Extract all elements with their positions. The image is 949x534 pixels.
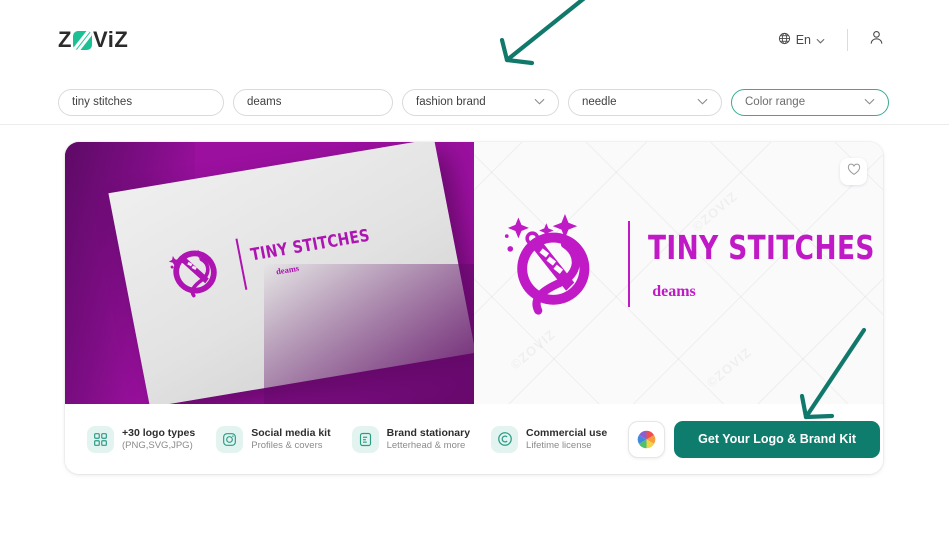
preview-images: TINY STITCHES deams ©ZOVIZ ©ZOVIZ ©ZOVIZ	[65, 142, 883, 404]
color-range-select[interactable]: Color range	[731, 88, 889, 116]
chevron-down-icon	[534, 96, 545, 108]
feature-title: Social media kit	[251, 426, 331, 439]
filter-bar: tiny stitches deams fashion brand needle…	[0, 80, 949, 125]
header-divider	[847, 29, 848, 51]
color-wheel-icon	[637, 430, 656, 448]
cta-group: Get Your Logo & Brand Kit	[628, 420, 881, 458]
user-icon	[868, 29, 885, 51]
chevron-down-icon	[864, 96, 875, 108]
needle-thread-sparkle-icon	[168, 249, 217, 298]
keyword-select[interactable]: needle	[568, 88, 722, 116]
color-palette-button[interactable]	[628, 420, 666, 458]
zoviz-logo-maker-page: Z ViZ En tiny stitches deams fashion bra…	[0, 0, 949, 534]
site-header: Z ViZ En	[0, 0, 949, 80]
globe-icon	[778, 32, 791, 48]
feature-subtitle: (PNG,SVG,JPG)	[122, 439, 193, 451]
mockup-divider	[235, 238, 247, 290]
brand-name-value: tiny stitches	[72, 96, 133, 108]
brand-letters-viz: ViZ	[92, 27, 129, 52]
document-icon	[351, 425, 379, 453]
brand-name-input[interactable]: tiny stitches	[58, 88, 224, 116]
logo-lockup: TINY STITCHES deams	[492, 200, 883, 328]
feature-logo-types: +30 logo types (PNG,SVG,JPG)	[87, 425, 196, 453]
logo-panel[interactable]: ©ZOVIZ ©ZOVIZ ©ZOVIZ	[474, 142, 883, 404]
brand-letter-z: Z	[58, 27, 72, 52]
account-button[interactable]	[862, 25, 891, 55]
grid-icon	[87, 425, 114, 453]
keyword-value: needle	[582, 96, 617, 108]
brand-mark-icon	[72, 30, 92, 50]
zoviz-logo[interactable]: Z ViZ	[58, 27, 128, 53]
language-selector[interactable]: En	[770, 28, 833, 52]
heart-icon	[847, 163, 861, 181]
logo-brand-name: TINY STITCHES	[648, 227, 875, 267]
chevron-down-icon	[816, 33, 825, 47]
feature-subtitle: Profiles & covers	[251, 439, 323, 451]
slogan-value: deams	[247, 96, 282, 108]
feature-commercial-use: Commercial use Lifetime license	[491, 425, 608, 453]
feature-title: Commercial use	[526, 426, 608, 439]
favorite-button[interactable]	[840, 158, 867, 185]
industry-value: fashion brand	[416, 96, 486, 108]
needle-thread-sparkle-icon	[504, 213, 590, 315]
camera-icon	[216, 425, 244, 453]
business-card-mockup[interactable]: TINY STITCHES deams	[65, 142, 474, 404]
logo-divider	[628, 221, 631, 307]
feature-subtitle: Lifetime license	[526, 439, 592, 451]
feature-title: +30 logo types	[122, 426, 196, 439]
feature-stationary: Brand stationary Letterhead & more	[351, 425, 471, 453]
get-logo-button[interactable]: Get Your Logo & Brand Kit	[674, 420, 881, 458]
copyright-icon	[491, 425, 519, 453]
logo-tagline: deams	[652, 282, 696, 300]
language-label: En	[795, 33, 811, 47]
slogan-input[interactable]: deams	[233, 88, 393, 116]
mockup-shadow-bottom	[264, 264, 474, 404]
feature-title: Brand stationary	[386, 426, 471, 439]
logo-preview-card[interactable]: TINY STITCHES deams ©ZOVIZ ©ZOVIZ ©ZOVIZ	[65, 142, 883, 474]
industry-select[interactable]: fashion brand	[402, 88, 559, 116]
feature-social-kit: Social media kit Profiles & covers	[216, 425, 331, 453]
feature-subtitle: Letterhead & more	[386, 439, 466, 451]
chevron-down-icon	[697, 96, 708, 108]
preview-footer: +30 logo types (PNG,SVG,JPG) Social medi…	[65, 404, 883, 474]
color-range-value: Color range	[745, 96, 806, 108]
header-actions: En	[770, 25, 891, 55]
